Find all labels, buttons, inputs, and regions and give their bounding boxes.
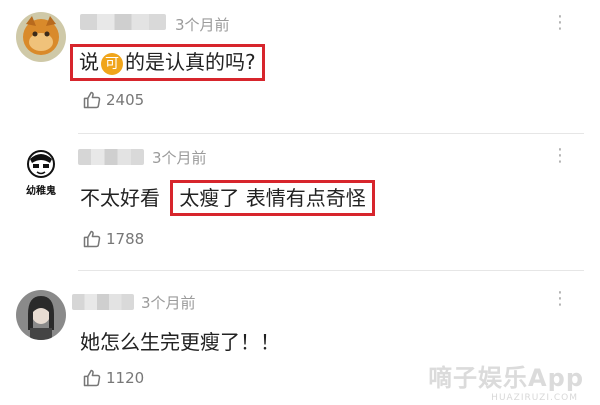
thumbs-up-icon — [83, 369, 101, 387]
watermark-subtext: HUAZIRUZI.COM — [491, 393, 578, 403]
avatar[interactable]: 幼稚鬼 — [16, 147, 66, 197]
comment-text: 说可的是认真的吗? — [70, 44, 265, 81]
like-button[interactable]: 2405 — [82, 90, 144, 110]
comment-text: 不太好看 太瘦了 表情有点奇怪 — [80, 180, 375, 216]
avatar-caption: 幼稚鬼 — [26, 186, 56, 197]
comment-time: 3个月前 — [152, 149, 207, 167]
thumbs-up-icon — [83, 91, 101, 109]
username-blurred[interactable] — [78, 149, 144, 165]
more-dots-icon: ⋮ — [551, 288, 570, 309]
like-button[interactable]: 1120 — [82, 368, 144, 388]
comment-time: 3个月前 — [141, 294, 196, 312]
comment-text: 她怎么生完更瘦了！！ — [80, 330, 280, 354]
comment-item: 3个月前 ⋮ 说可的是认真的吗? 2405 — [0, 0, 600, 133]
more-options-button[interactable]: ⋮ — [551, 145, 570, 166]
emoji-icon: 可 — [101, 53, 123, 75]
like-count: 2405 — [106, 91, 145, 109]
more-options-button[interactable]: ⋮ — [551, 12, 570, 33]
more-options-button[interactable]: ⋮ — [551, 288, 570, 309]
like-count: 1120 — [106, 369, 145, 387]
comment-item: 幼稚鬼 3个月前 ⋮ 不太好看 太瘦了 表情有点奇怪 1788 — [0, 133, 600, 270]
like-count: 1788 — [106, 230, 145, 248]
highlight-box: 太瘦了 表情有点奇怪 — [170, 180, 375, 216]
username-blurred[interactable] — [72, 294, 134, 310]
more-dots-icon: ⋮ — [551, 145, 570, 166]
avatar[interactable] — [16, 290, 66, 340]
more-dots-icon: ⋮ — [551, 12, 570, 33]
highlight-box: 说可的是认真的吗? — [70, 44, 265, 81]
username-blurred[interactable] — [80, 14, 166, 30]
watermark: 嘀子娱乐App — [428, 364, 584, 392]
avatar[interactable] — [16, 12, 66, 62]
comment-time: 3个月前 — [175, 16, 230, 34]
like-button[interactable]: 1788 — [82, 229, 144, 249]
thumbs-up-icon — [83, 230, 101, 248]
